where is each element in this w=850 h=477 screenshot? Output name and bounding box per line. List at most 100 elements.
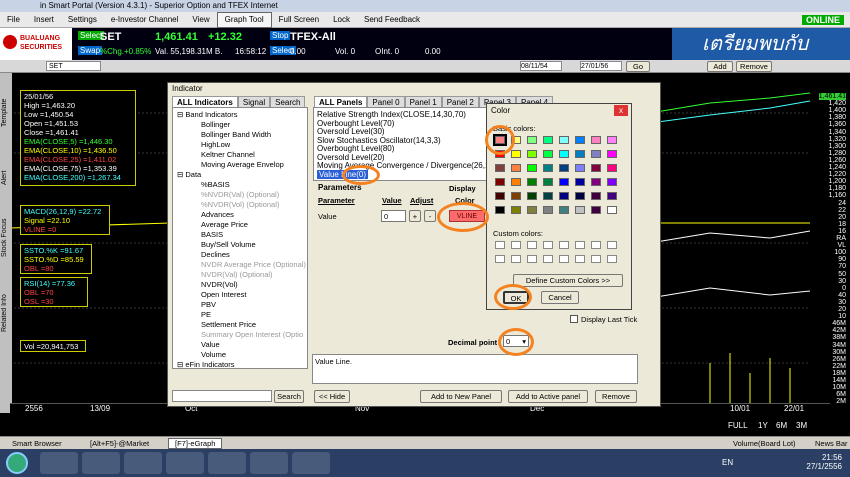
custom-color-slot[interactable] (559, 255, 569, 263)
color-swatch[interactable] (495, 206, 505, 214)
menu-lock[interactable]: Lock (326, 13, 357, 27)
color-swatch[interactable] (607, 150, 617, 158)
color-swatch[interactable] (527, 192, 537, 200)
egraph-tab[interactable]: [F7]-eGraph (168, 438, 223, 449)
custom-color-slot[interactable] (607, 255, 617, 263)
custom-color-slot[interactable] (591, 255, 601, 263)
tree-item[interactable]: %BASIS (201, 180, 230, 189)
color-swatch[interactable] (591, 136, 601, 144)
tree-item[interactable]: BASIS (201, 230, 223, 239)
color-swatch[interactable] (495, 178, 505, 186)
explorer-icon[interactable] (82, 452, 120, 474)
custom-color-slot[interactable] (559, 241, 569, 249)
app-icon[interactable] (250, 452, 288, 474)
menu-graph-tool[interactable]: Graph Tool (216, 11, 272, 28)
color-swatch[interactable] (559, 164, 569, 172)
cancel-button[interactable]: Cancel (541, 291, 579, 304)
tree-item[interactable]: Moving Average Envelop (201, 160, 284, 169)
panel-indicator-list[interactable]: Relative Strength Index(CLOSE,14,30,70) O… (313, 107, 497, 181)
color-swatch[interactable] (591, 206, 601, 214)
go-button[interactable]: Go (626, 61, 650, 72)
tree-item[interactable]: Volume (201, 350, 226, 359)
language-indicator[interactable]: EN (722, 458, 733, 467)
color-swatch[interactable] (527, 164, 537, 172)
menu-insert[interactable]: Insert (27, 13, 61, 27)
color-swatch[interactable] (511, 206, 521, 214)
tree-item[interactable]: Advances (201, 210, 234, 219)
custom-color-slot[interactable] (495, 255, 505, 263)
color-swatch[interactable] (559, 192, 569, 200)
display-last-tick-checkbox[interactable] (570, 315, 578, 323)
custom-color-slot[interactable] (543, 255, 553, 263)
menu-full-screen[interactable]: Full Screen (272, 13, 326, 27)
custom-color-slot[interactable] (511, 241, 521, 249)
menu-view[interactable]: View (185, 13, 216, 27)
custom-color-slot[interactable] (543, 241, 553, 249)
symbol-input[interactable]: SET (46, 61, 101, 71)
color-swatch[interactable] (543, 206, 553, 214)
menu-e-investor[interactable]: e-Investor Channel (104, 13, 186, 27)
color-swatch[interactable] (607, 206, 617, 214)
tree-item[interactable]: Value (201, 340, 220, 349)
market-tab[interactable]: [Alt+F5]-@Market (90, 439, 149, 448)
tree-item[interactable]: HighLow (201, 140, 230, 149)
tree-item[interactable]: PE (201, 310, 211, 319)
increment-button[interactable]: + (409, 210, 421, 222)
remove-indicator-button[interactable]: Remove (595, 390, 637, 403)
custom-color-slot[interactable] (527, 241, 537, 249)
color-swatch[interactable] (527, 206, 537, 214)
smart-browser-tab[interactable]: Smart Browser (12, 439, 62, 448)
swap-button[interactable]: Swap (78, 46, 103, 55)
custom-color-slot[interactable] (527, 255, 537, 263)
menu-send-feedback[interactable]: Send Feedback (357, 13, 427, 27)
side-tab-alert[interactable]: Alert (1, 153, 11, 203)
color-swatch[interactable] (511, 178, 521, 186)
menu-file[interactable]: File (0, 13, 27, 27)
color-swatch[interactable] (527, 178, 537, 186)
color-swatch[interactable] (575, 178, 585, 186)
tree-item[interactable]: Bollinger Band Width (201, 130, 271, 139)
tree-item[interactable]: Keltner Channel (201, 150, 255, 159)
custom-color-slot[interactable] (575, 255, 585, 263)
side-tab-related-info[interactable]: Related Info (1, 273, 11, 353)
color-swatch[interactable] (559, 178, 569, 186)
color-swatch[interactable] (543, 150, 553, 158)
add-to-new-panel-button[interactable]: Add to New Panel (420, 390, 502, 403)
custom-color-slot[interactable] (607, 241, 617, 249)
color-swatch[interactable] (559, 206, 569, 214)
search-input[interactable] (172, 390, 272, 402)
color-swatch[interactable] (591, 164, 601, 172)
close-icon[interactable]: x (614, 105, 628, 116)
stop-button[interactable]: Stop (270, 31, 291, 40)
color-swatch[interactable] (511, 150, 521, 158)
custom-color-slot[interactable] (511, 255, 521, 263)
tree-item[interactable]: Average Price (201, 220, 248, 229)
color-swatch[interactable] (527, 136, 537, 144)
promo-banner[interactable]: เตรียมพบกับ (672, 28, 850, 60)
side-tab-stock-focus[interactable]: Stock Focus (1, 203, 11, 273)
color-swatch[interactable] (543, 192, 553, 200)
color-swatch[interactable] (575, 164, 585, 172)
hide-button[interactable]: << Hide (314, 390, 350, 403)
tree-item[interactable]: ⊟ Data (177, 170, 201, 179)
tree-item[interactable]: Bollinger (201, 120, 230, 129)
media-player-icon[interactable] (166, 452, 204, 474)
tree-item[interactable]: PBV (201, 300, 216, 309)
tree-item[interactable]: %NVDR(Val) (Optional) (201, 190, 279, 199)
color-swatch[interactable] (559, 136, 569, 144)
color-swatch[interactable] (511, 192, 521, 200)
tree-item[interactable]: NVDR Average Price (Optional) (201, 260, 306, 269)
color-swatch[interactable] (559, 150, 569, 158)
tree-item[interactable]: Settlement Price (201, 320, 256, 329)
color-swatch[interactable] (543, 178, 553, 186)
color-swatch[interactable] (575, 206, 585, 214)
tree-item[interactable]: NVDR(Val) (Optional) (201, 270, 273, 279)
color-swatch[interactable] (591, 150, 601, 158)
color-swatch[interactable] (511, 164, 521, 172)
smart-portal-icon[interactable] (208, 452, 246, 474)
color-swatch[interactable] (575, 192, 585, 200)
tree-item[interactable]: ⊟ Band Indicators (177, 110, 237, 119)
color-swatch[interactable] (495, 192, 505, 200)
param-value-input[interactable]: 0 (381, 210, 406, 222)
color-swatch[interactable] (527, 150, 537, 158)
